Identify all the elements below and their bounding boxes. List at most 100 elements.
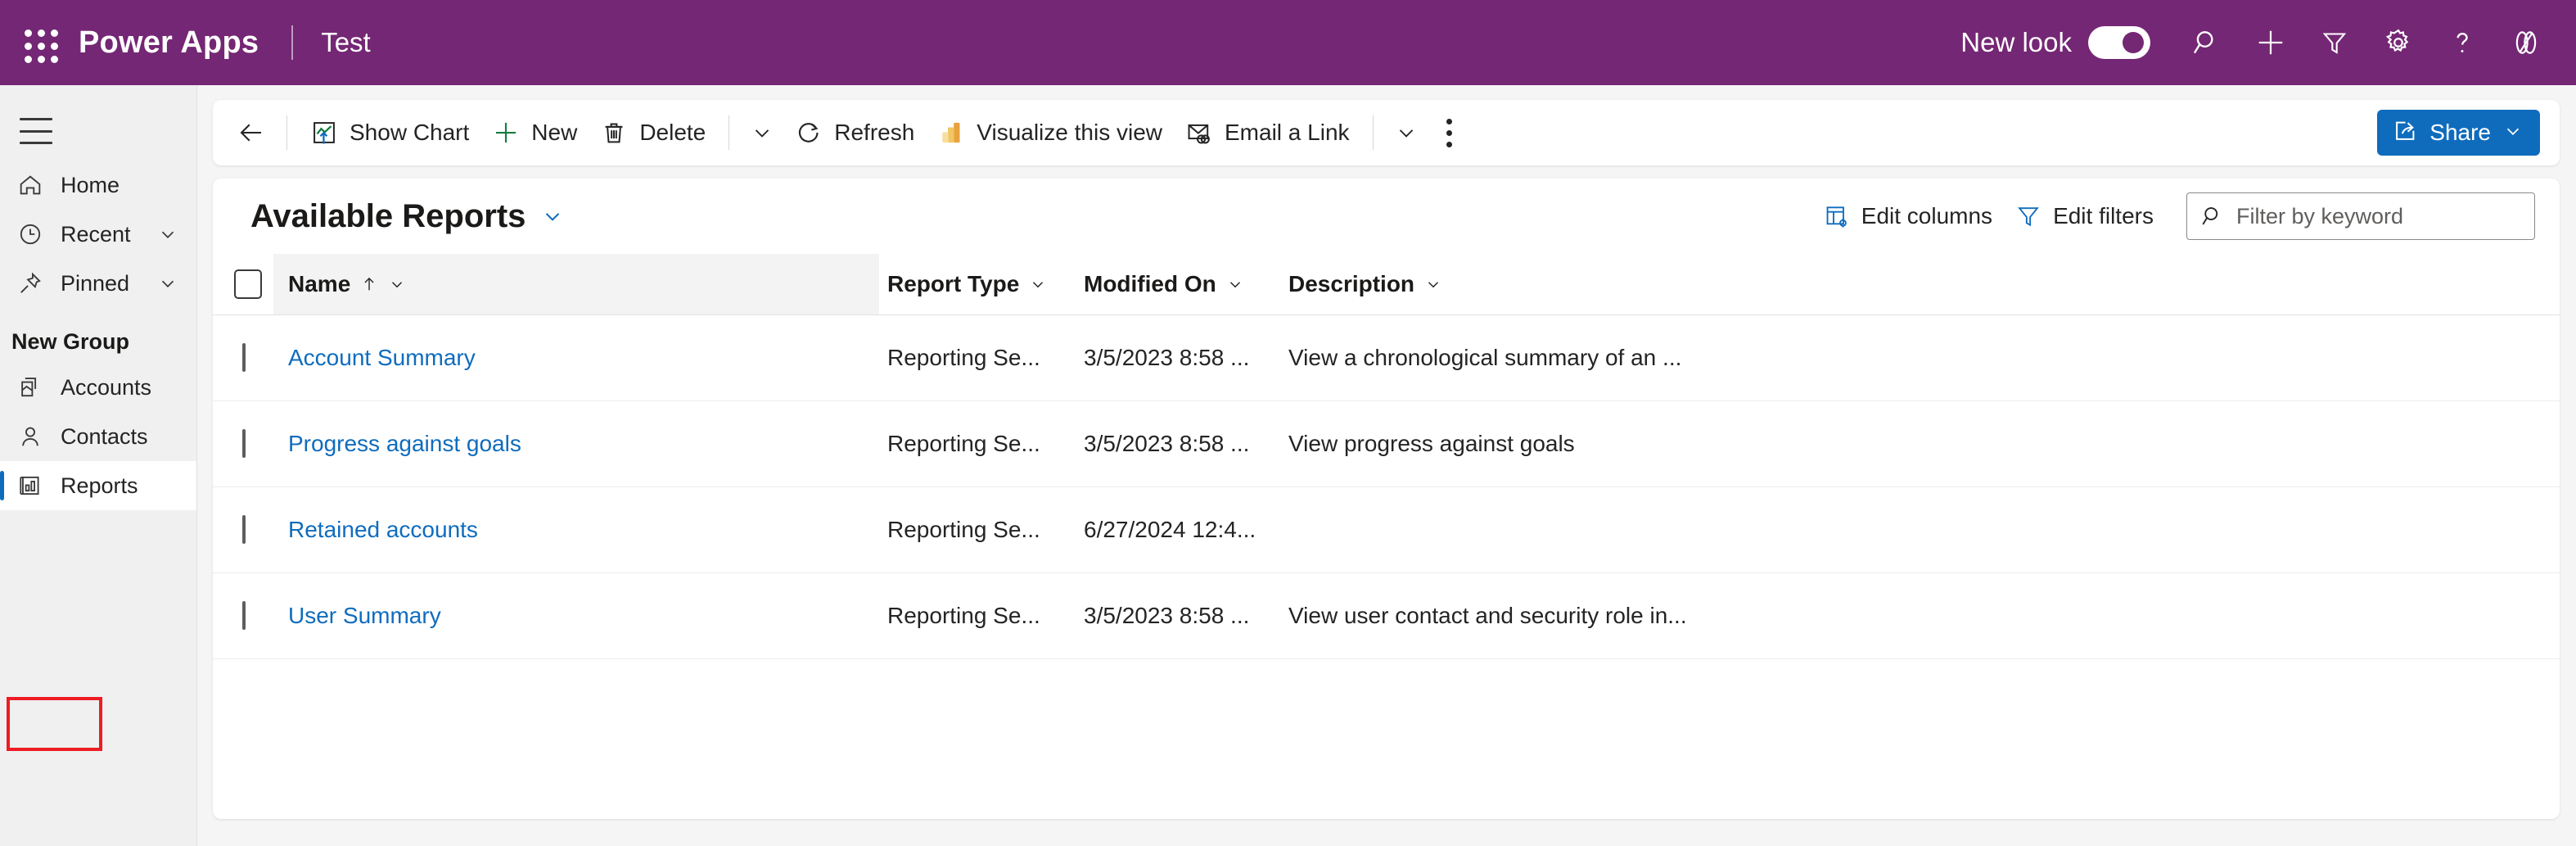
app-launcher-icon[interactable]: [16, 21, 59, 64]
command-label: Refresh: [834, 120, 914, 146]
record-link[interactable]: Retained accounts: [288, 517, 478, 542]
visualize-view-button[interactable]: Visualize this view: [926, 109, 1174, 156]
cell-name: Account Summary: [273, 315, 879, 401]
chevron-down-icon[interactable]: [157, 224, 178, 245]
plus-icon: [492, 119, 520, 147]
sidebar-item-label: Recent: [61, 222, 131, 247]
header-divider: [291, 25, 293, 60]
row-checkbox[interactable]: [242, 601, 246, 630]
sidebar-item-reports[interactable]: Reports: [0, 461, 196, 510]
row-checkbox[interactable]: [242, 343, 246, 372]
table-row[interactable]: User Summary Reporting Se... 3/5/2023 8:…: [213, 573, 2560, 659]
more-vertical-icon[interactable]: [1428, 109, 1472, 156]
row-select-cell: [213, 487, 273, 573]
select-all-header: [213, 254, 273, 315]
chevron-down-icon[interactable]: [1424, 275, 1442, 293]
select-all-checkbox[interactable]: [234, 269, 262, 299]
record-link[interactable]: Account Summary: [288, 345, 476, 370]
pin-icon: [11, 270, 49, 296]
home-icon: [11, 172, 49, 198]
sidebar-primary-nav: Home Recent: [0, 161, 196, 510]
delete-button[interactable]: Delete: [589, 109, 717, 156]
sidebar-item-home[interactable]: Home: [0, 161, 196, 210]
new-button[interactable]: New: [480, 109, 589, 156]
column-header-report-type[interactable]: Report Type: [879, 254, 1076, 315]
powerbi-icon: [937, 119, 965, 147]
column-header-description[interactable]: Description: [1280, 254, 2560, 315]
report-icon: [11, 473, 49, 499]
grid-toolbar: Available Reports: [213, 179, 2560, 254]
show-chart-button[interactable]: Show Chart: [299, 109, 480, 156]
cell-modified-on: 3/5/2023 8:58 ...: [1076, 573, 1280, 659]
main-content: Show Chart New Delete: [198, 85, 2576, 846]
table-row[interactable]: Retained accounts Reporting Se... 6/27/2…: [213, 487, 2560, 573]
brand-title[interactable]: Power Apps: [74, 25, 264, 61]
chevron-down-icon[interactable]: [540, 204, 565, 228]
refresh-button[interactable]: Refresh: [783, 109, 926, 156]
sidebar-item-pinned[interactable]: Pinned: [0, 259, 196, 308]
record-link[interactable]: User Summary: [288, 603, 441, 628]
record-link[interactable]: Progress against goals: [288, 431, 521, 456]
search-input[interactable]: [2236, 204, 2521, 229]
sort-ascending-icon: [360, 275, 378, 293]
filter-icon[interactable]: [2303, 11, 2366, 75]
row-select-cell: [213, 573, 273, 659]
cell-modified-on: 3/5/2023 8:58 ...: [1076, 315, 1280, 401]
cell-report-type: Reporting Se...: [879, 315, 1076, 401]
command-label: Visualize this view: [977, 120, 1162, 146]
share-button[interactable]: Share: [2377, 110, 2540, 156]
table-row[interactable]: Account Summary Reporting Se... 3/5/2023…: [213, 315, 2560, 401]
command-bar: Show Chart New Delete: [213, 100, 2560, 165]
sidebar-item-recent[interactable]: Recent: [0, 210, 196, 259]
row-select-cell: [213, 315, 273, 401]
accounts-icon: [11, 374, 49, 400]
filter-keyword-search[interactable]: [2186, 192, 2535, 240]
command-overflow-chevron-down-icon[interactable]: [1385, 109, 1428, 156]
column-header-name[interactable]: Name: [273, 254, 879, 315]
diagnostics-icon[interactable]: [2494, 11, 2558, 75]
search-icon[interactable]: [2175, 11, 2239, 75]
plus-icon[interactable]: [2239, 11, 2303, 75]
back-arrow-icon[interactable]: [228, 109, 275, 156]
row-checkbox[interactable]: [242, 429, 246, 458]
sidebar-item-contacts[interactable]: Contacts: [0, 412, 196, 461]
column-header-modified-on[interactable]: Modified On: [1076, 254, 1280, 315]
cell-name: User Summary: [273, 573, 879, 659]
sidebar-item-label: Home: [61, 173, 120, 198]
chevron-down-icon: [2502, 120, 2524, 146]
column-label: Name: [288, 271, 350, 297]
command-label: Delete: [639, 120, 706, 146]
help-icon[interactable]: [2430, 11, 2494, 75]
environment-name[interactable]: Test: [321, 27, 371, 58]
chevron-down-icon[interactable]: [1029, 275, 1047, 293]
cell-modified-on: 3/5/2023 8:58 ...: [1076, 401, 1280, 487]
edit-columns-button[interactable]: Edit columns: [1812, 193, 2004, 239]
table-row[interactable]: Progress against goals Reporting Se... 3…: [213, 401, 2560, 487]
cell-report-type: Reporting Se...: [879, 487, 1076, 573]
edit-filters-button[interactable]: Edit filters: [2004, 193, 2165, 239]
new-look-toggle[interactable]: [2088, 26, 2150, 59]
chevron-down-icon[interactable]: [388, 275, 406, 293]
edit-columns-icon: [1824, 203, 1850, 229]
cell-description: View progress against goals: [1280, 401, 2560, 487]
edit-filters-icon: [2015, 203, 2041, 229]
tool-label: Edit filters: [2053, 203, 2154, 229]
email-link-button[interactable]: Email a Link: [1174, 109, 1361, 156]
toggle-knob: [2123, 32, 2144, 53]
command-divider: [286, 115, 287, 150]
cell-report-type: Reporting Se...: [879, 573, 1076, 659]
cell-description: [1280, 487, 2560, 573]
table-body: Account Summary Reporting Se... 3/5/2023…: [213, 315, 2560, 659]
clock-icon: [11, 221, 49, 247]
chevron-down-icon[interactable]: [741, 109, 783, 156]
chevron-down-icon[interactable]: [1226, 275, 1244, 293]
cell-report-type: Reporting Se...: [879, 401, 1076, 487]
row-checkbox[interactable]: [242, 515, 246, 544]
gear-icon[interactable]: [2366, 11, 2430, 75]
sidebar-item-accounts[interactable]: Accounts: [0, 363, 196, 412]
new-look-label: New look: [1960, 27, 2072, 58]
search-icon: [2200, 204, 2225, 228]
view-selector-title[interactable]: Available Reports: [250, 198, 526, 235]
hamburger-menu-icon[interactable]: [13, 113, 59, 149]
chevron-down-icon[interactable]: [157, 273, 178, 294]
